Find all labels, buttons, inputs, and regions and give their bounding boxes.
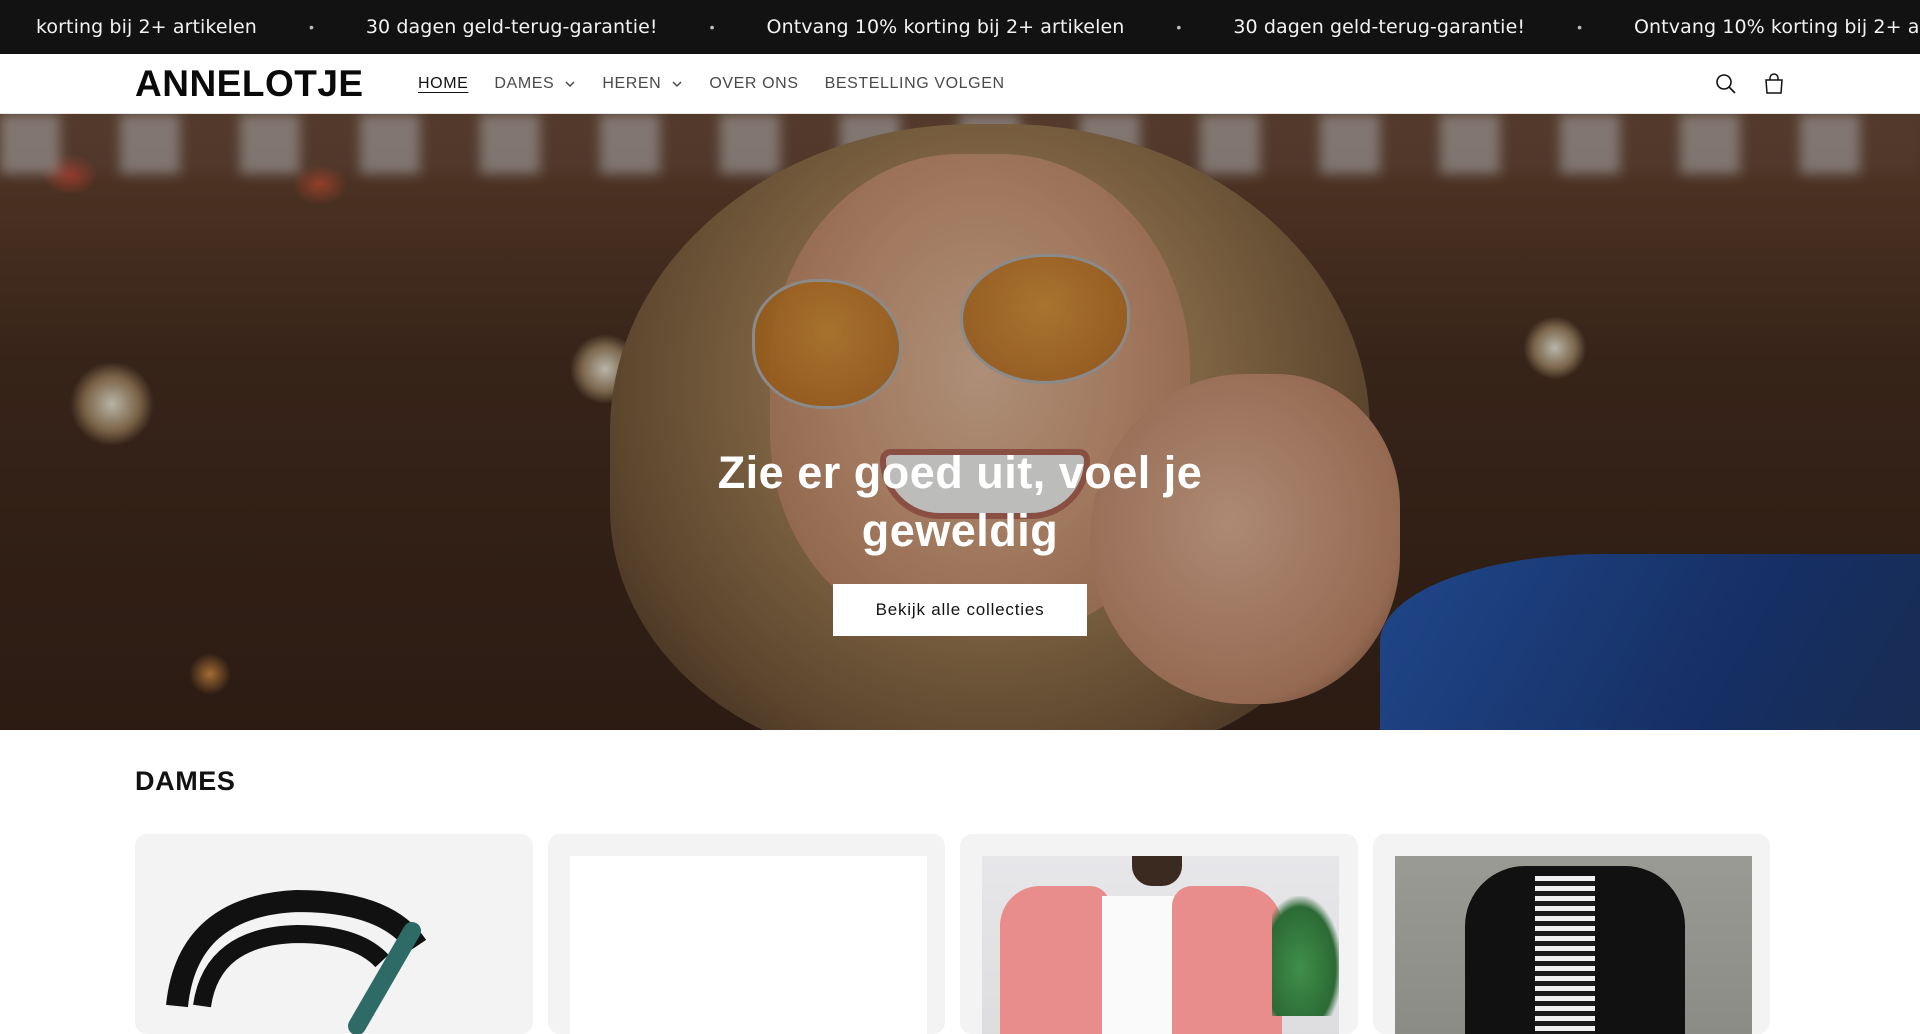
- main-nav: HOME DAMES HEREN OVER ONS BESTELLING VOL…: [418, 54, 1031, 114]
- collection-card[interactable]: [960, 834, 1358, 1034]
- nav-item-dames[interactable]: DAMES: [494, 75, 576, 93]
- cart-button[interactable]: [1752, 62, 1796, 106]
- hero-content: Zie er goed uit, voel je geweldig Bekijk…: [660, 444, 1260, 636]
- nav-item-label: HEREN: [602, 75, 662, 92]
- product-image: [1394, 856, 1752, 1034]
- search-button[interactable]: [1704, 62, 1748, 106]
- collection-card[interactable]: [547, 834, 945, 1034]
- chevron-down-icon: [565, 81, 575, 88]
- product-image: [157, 856, 514, 1034]
- model-hair: [1132, 856, 1182, 886]
- collection-card[interactable]: [1372, 834, 1770, 1034]
- hero-banner: Zie er goed uit, voel je geweldig Bekijk…: [0, 114, 1920, 730]
- header-icons: [1700, 54, 1796, 114]
- product-image: [569, 856, 927, 1034]
- white-top: [1102, 896, 1182, 1034]
- announcement-separator: •: [308, 19, 314, 35]
- announcement-separator: •: [709, 19, 715, 35]
- announcement-bar: korting bij 2+ artikelen • 30 dagen geld…: [0, 0, 1920, 54]
- nav-item-label: HOME: [418, 75, 469, 92]
- nav-item-heren[interactable]: HEREN: [602, 75, 683, 93]
- pink-blazer-left: [1000, 886, 1110, 1034]
- view-all-collections-button[interactable]: Bekijk alle collecties: [833, 584, 1087, 636]
- search-icon: [1716, 74, 1736, 94]
- hero-overlay: [0, 114, 1920, 730]
- announcement-separator: •: [1577, 19, 1582, 35]
- announcement-track: korting bij 2+ artikelen • 30 dagen geld…: [36, 0, 1920, 54]
- nav-item-home[interactable]: HOME: [418, 75, 468, 93]
- nav-item-label: BESTELLING VOLGEN: [824, 75, 1005, 92]
- announcement-text: Ontvang 10% korting bij 2+ artikelen: [1633, 16, 1920, 38]
- announcement-text: 30 dagen geld-terug-garantie!: [1233, 16, 1526, 38]
- nav-item-bestelling-volgen[interactable]: BESTELLING VOLGEN: [825, 75, 1005, 93]
- hero-title-line: Zie er goed uit, voel je: [717, 447, 1203, 498]
- striped-top: [1534, 876, 1595, 1034]
- site-logo[interactable]: ANNELOTJE: [135, 62, 364, 106]
- announcement-text: 30 dagen geld-terug-garantie!: [365, 16, 658, 38]
- announcement-separator: •: [1176, 19, 1182, 35]
- product-image: [982, 856, 1339, 1034]
- hero-title: Zie er goed uit, voel je geweldig: [660, 444, 1260, 560]
- nav-item-label: DAMES: [494, 75, 555, 92]
- plant-decoration: [1272, 896, 1339, 1016]
- chevron-down-icon: [672, 81, 682, 88]
- cart-icon: [1765, 73, 1783, 94]
- hero-title-line: geweldig: [861, 505, 1059, 556]
- collection-title: DAMES: [135, 766, 236, 796]
- brand-logo-graphic: [166, 889, 427, 1034]
- nav-item-over-ons[interactable]: OVER ONS: [709, 75, 798, 93]
- announcement-text: korting bij 2+ artikelen: [36, 16, 257, 38]
- pink-blazer-right: [1172, 886, 1282, 1034]
- nav-item-label: OVER ONS: [709, 75, 799, 92]
- site-header: ANNELOTJE HOME DAMES HEREN OVER ONS BEST…: [0, 54, 1920, 114]
- collection-card[interactable]: [135, 834, 533, 1034]
- announcement-text: Ontvang 10% korting bij 2+ artikelen: [766, 16, 1125, 38]
- collection-grid: [135, 834, 1785, 1034]
